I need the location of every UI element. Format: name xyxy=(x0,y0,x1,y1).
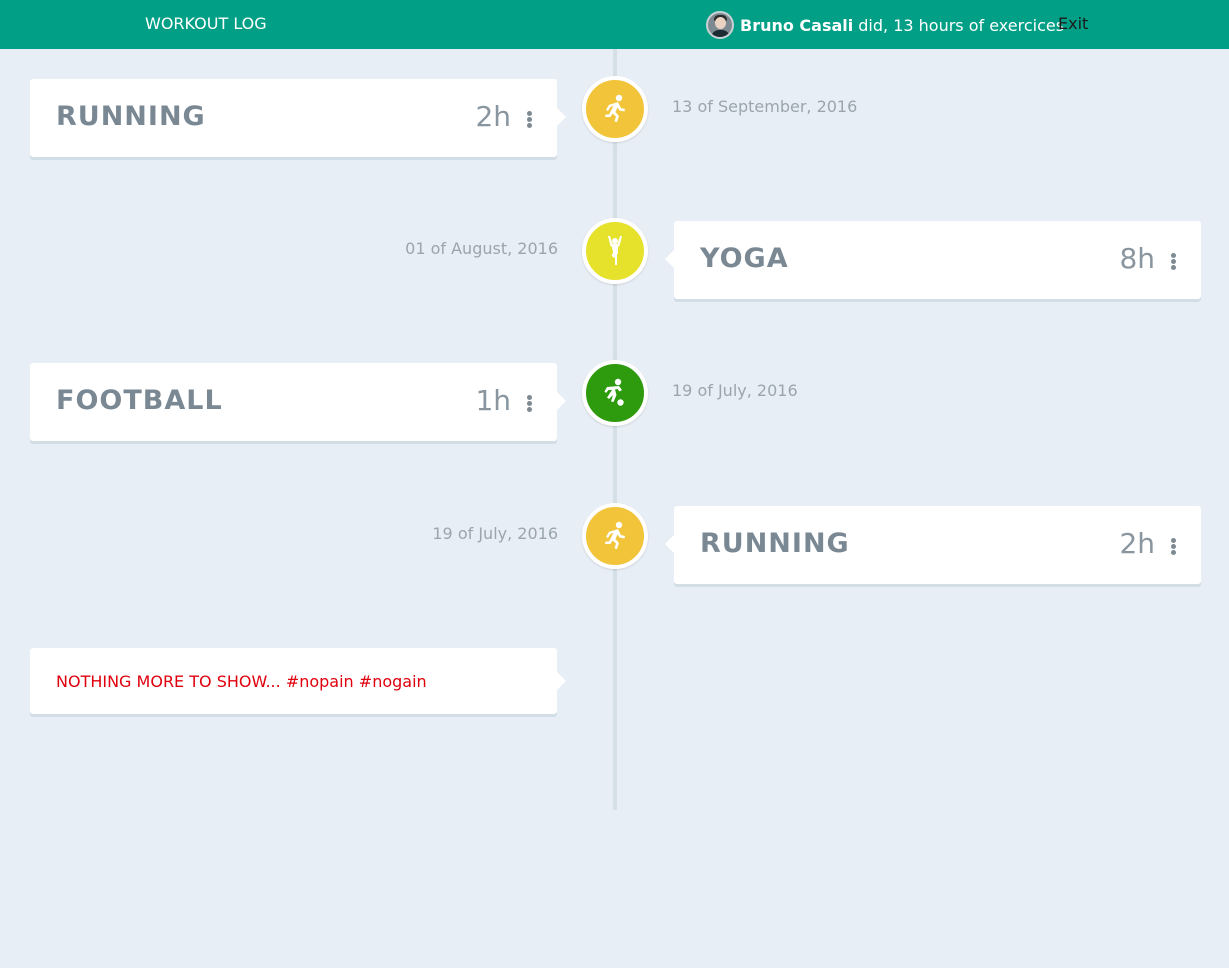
more-options-icon[interactable] xyxy=(523,395,535,413)
yoga-icon xyxy=(582,218,648,284)
timeline-line xyxy=(613,49,617,810)
brand-title[interactable]: WORKOUT LOG xyxy=(145,14,267,33)
activity-name: RUNNING xyxy=(700,528,850,559)
activity-hours: 1h xyxy=(475,384,511,417)
exit-link[interactable]: Exit xyxy=(1058,14,1088,33)
user-name: Bruno Casali xyxy=(740,15,854,35)
avatar[interactable] xyxy=(706,11,734,39)
activity-name: RUNNING xyxy=(56,101,206,132)
top-navbar: WORKOUT LOG Bruno Casali did, 13 hours o… xyxy=(0,0,1229,49)
more-options-icon[interactable] xyxy=(523,111,535,129)
activity-hours: 2h xyxy=(475,100,511,133)
entry-date: 01 of August, 2016 xyxy=(405,239,558,258)
running-icon xyxy=(582,503,648,569)
activity-hours: 2h xyxy=(1119,527,1155,560)
workout-card[interactable]: YOGA 8h xyxy=(665,221,1201,299)
workout-card[interactable]: FOOTBALL 1h xyxy=(30,363,566,441)
user-summary: Bruno Casali did, 13 hours of exercices xyxy=(706,11,1064,39)
activity-name: FOOTBALL xyxy=(56,385,223,416)
football-icon xyxy=(582,360,648,426)
activity-hours: 8h xyxy=(1119,242,1155,275)
entry-date: 19 of July, 2016 xyxy=(432,524,558,543)
end-message: NOTHING MORE TO SHOW... #nopain #nogain xyxy=(56,672,427,691)
entry-date: 19 of July, 2016 xyxy=(672,381,798,400)
entry-date: 13 of September, 2016 xyxy=(672,97,858,116)
more-options-icon[interactable] xyxy=(1167,253,1179,271)
more-options-icon[interactable] xyxy=(1167,538,1179,556)
workout-card[interactable]: RUNNING 2h xyxy=(30,79,566,157)
activity-name: YOGA xyxy=(700,243,789,274)
end-of-list-card: NOTHING MORE TO SHOW... #nopain #nogain xyxy=(30,648,566,714)
running-icon xyxy=(582,76,648,142)
workout-card[interactable]: RUNNING 2h xyxy=(665,506,1201,584)
hours-summary: did, 13 hours of exercices xyxy=(858,15,1065,35)
